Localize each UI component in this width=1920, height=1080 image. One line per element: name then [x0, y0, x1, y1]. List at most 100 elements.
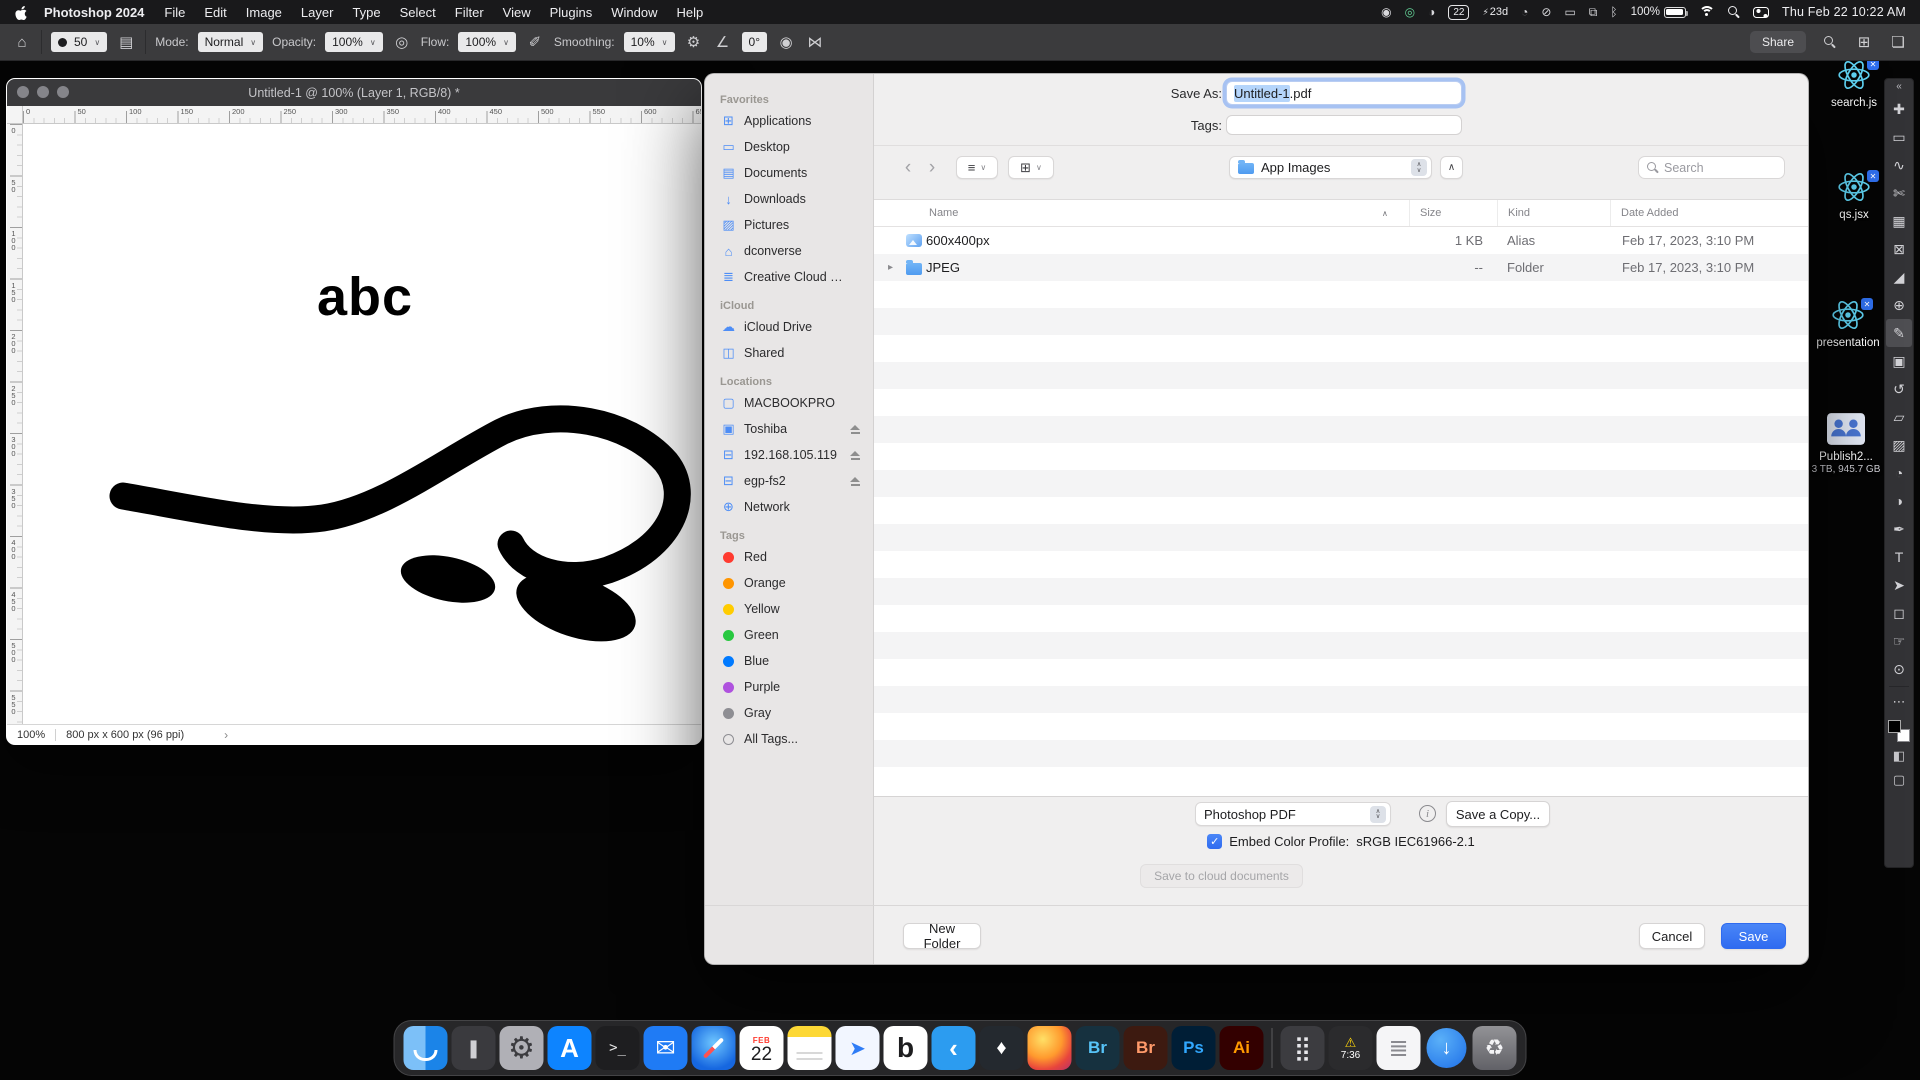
lasso-tool[interactable]: ∿: [1886, 151, 1912, 179]
menu-view[interactable]: View: [503, 5, 531, 20]
frame-tool[interactable]: ⊠: [1886, 235, 1912, 263]
save-to-cloud-button[interactable]: Save to cloud documents: [1140, 864, 1303, 888]
sidebar-item-dconverse[interactable]: ⌂dconverse: [705, 238, 873, 264]
dock-trash[interactable]: ♻: [1473, 1026, 1517, 1070]
menu-clock[interactable]: Thu Feb 22 10:22 AM: [1782, 5, 1906, 19]
crop-tool[interactable]: ▦: [1886, 207, 1912, 235]
clone-stamp-tool[interactable]: ▣: [1886, 347, 1912, 375]
zoom-level[interactable]: 100%: [17, 729, 45, 741]
sidebar-item-network[interactable]: ⊕Network: [705, 494, 873, 520]
sidebar-item-applications[interactable]: ⊞Applications: [705, 108, 873, 134]
blur-tool[interactable]: ◔: [1886, 459, 1912, 487]
column-header-size[interactable]: Size: [1409, 200, 1497, 226]
smoothing-options-gear-icon[interactable]: ⚙: [684, 33, 704, 51]
close-button[interactable]: [17, 86, 29, 98]
search-field[interactable]: Search: [1638, 156, 1785, 179]
marquee-tool[interactable]: ▭: [1886, 123, 1912, 151]
mode-select[interactable]: Normal ∨: [198, 32, 264, 52]
apple-menu-icon[interactable]: [14, 4, 30, 20]
move-tool[interactable]: ✚: [1886, 95, 1912, 123]
mic-muted-icon[interactable]: ⊘: [1541, 5, 1551, 19]
sidebar-item-pictures[interactable]: ▨Pictures: [705, 212, 873, 238]
bluetooth-icon[interactable]: ᛒ: [1610, 5, 1617, 19]
paint-symmetry-icon[interactable]: ⋈: [805, 33, 825, 51]
icon-view-button[interactable]: ⊞∨: [1008, 156, 1054, 179]
canvas[interactable]: abc: [23, 124, 701, 724]
sidebar-item-yellow[interactable]: Yellow: [705, 596, 873, 622]
sidebar-item-downloads[interactable]: ↓Downloads: [705, 186, 873, 212]
save-button[interactable]: Save: [1721, 923, 1786, 949]
menu-image[interactable]: Image: [246, 5, 282, 20]
menu-edit[interactable]: Edit: [204, 5, 226, 20]
screen-mirroring-icon[interactable]: ⧉: [1589, 5, 1598, 20]
share-button[interactable]: Share: [1750, 31, 1806, 53]
sidebar-item-192-168-105-119[interactable]: ⊟192.168.105.119: [705, 442, 873, 468]
eject-icon[interactable]: [850, 477, 861, 486]
dock-system-settings[interactable]: ⚙: [500, 1026, 544, 1070]
dock-downloads-folder[interactable]: ↓: [1425, 1026, 1469, 1070]
column-header-date[interactable]: Date Added: [1610, 200, 1809, 226]
dock-calendar[interactable]: FEB22: [740, 1026, 784, 1070]
cancel-button[interactable]: Cancel: [1639, 923, 1705, 949]
dock-ice-utility[interactable]: ❚: [452, 1026, 496, 1070]
sidebar-item-orange[interactable]: Orange: [705, 570, 873, 596]
disclosure-triangle-icon[interactable]: ▸: [888, 262, 902, 273]
embed-color-profile-checkbox[interactable]: ✓: [1207, 834, 1222, 849]
tags-input[interactable]: [1226, 115, 1462, 135]
menu-filter[interactable]: Filter: [455, 5, 484, 20]
sidebar-item-macbookpro[interactable]: ▢MACBOOKPRO: [705, 390, 873, 416]
hand-tool[interactable]: ☞: [1886, 627, 1912, 655]
menu-layer[interactable]: Layer: [301, 5, 334, 20]
home-icon[interactable]: ⌂: [12, 34, 32, 51]
file-row[interactable]: ▸JPEG--FolderFeb 17, 2023, 3:10 PM: [874, 254, 1809, 281]
dock-launchpad[interactable]: ⣿: [1281, 1026, 1325, 1070]
path-selection-tool[interactable]: ➤: [1886, 571, 1912, 599]
brush-preset-picker[interactable]: 50 ∨: [51, 32, 107, 52]
list-view-button[interactable]: ≡∨: [956, 156, 998, 179]
filename-input[interactable]: Untitled-1.pdf: [1226, 81, 1462, 105]
color-swatches[interactable]: [1888, 720, 1910, 742]
adobe-creative-cloud-icon[interactable]: ◉: [1381, 5, 1391, 19]
eyedropper-tool[interactable]: ◢: [1886, 263, 1912, 291]
minimize-button[interactable]: [37, 86, 49, 98]
format-popup[interactable]: Photoshop PDF ∧∨: [1195, 802, 1391, 826]
zoom-button[interactable]: [57, 86, 69, 98]
dock-textedit[interactable]: ≣: [1377, 1026, 1421, 1070]
dock-app-store[interactable]: A: [548, 1026, 592, 1070]
dock-github[interactable]: ♦: [980, 1026, 1024, 1070]
search-icon[interactable]: [1820, 36, 1840, 48]
menu-plugins[interactable]: Plugins: [550, 5, 593, 20]
battery-indicator[interactable]: 100%: [1631, 6, 1686, 18]
location-popup[interactable]: App Images ∧∨: [1229, 156, 1432, 179]
sidebar-item-blue[interactable]: Blue: [705, 648, 873, 674]
column-header-name[interactable]: Name: [874, 200, 1409, 226]
brush-tool[interactable]: ✎: [1886, 319, 1912, 347]
sidebar-item-icloud-drive[interactable]: ☁iCloud Drive: [705, 314, 873, 340]
dodge-tool[interactable]: ◑: [1886, 487, 1912, 515]
save-a-copy-button[interactable]: Save a Copy...: [1446, 801, 1550, 827]
sync-status-icon[interactable]: ◎: [1405, 5, 1415, 19]
opacity-select[interactable]: 100% ∨: [325, 32, 383, 52]
collapse-button[interactable]: ∧: [1440, 156, 1463, 179]
control-center-icon[interactable]: [1753, 7, 1769, 18]
sidebar-item-all-tags[interactable]: All Tags...: [705, 726, 873, 752]
sidebar-item-green[interactable]: Green: [705, 622, 873, 648]
dock-timer-app[interactable]: ⚠7:36: [1329, 1026, 1373, 1070]
smoothing-select[interactable]: 10% ∨: [624, 32, 675, 52]
eraser-tool[interactable]: ▱: [1886, 403, 1912, 431]
menu-type[interactable]: Type: [352, 5, 380, 20]
sidebar-item-purple[interactable]: Purple: [705, 674, 873, 700]
dock-mail[interactable]: ✉: [644, 1026, 688, 1070]
sidebar-item-egp-fs2[interactable]: ⊟egp-fs2: [705, 468, 873, 494]
type-tool[interactable]: T: [1886, 543, 1912, 571]
dock-bear[interactable]: b: [884, 1026, 928, 1070]
dock-firefox[interactable]: [1028, 1026, 1072, 1070]
sidebar-item-gray[interactable]: Gray: [705, 700, 873, 726]
time-machine-icon[interactable]: ◔: [1521, 5, 1528, 19]
info-button[interactable]: i: [1419, 805, 1436, 822]
new-folder-button[interactable]: New Folder: [903, 923, 981, 949]
file-row[interactable]: 600x400px1 KBAliasFeb 17, 2023, 3:10 PM: [874, 227, 1809, 254]
sidebar-item-desktop[interactable]: ▭Desktop: [705, 134, 873, 160]
healing-brush-tool[interactable]: ⊕: [1886, 291, 1912, 319]
dock-safari[interactable]: [692, 1026, 736, 1070]
